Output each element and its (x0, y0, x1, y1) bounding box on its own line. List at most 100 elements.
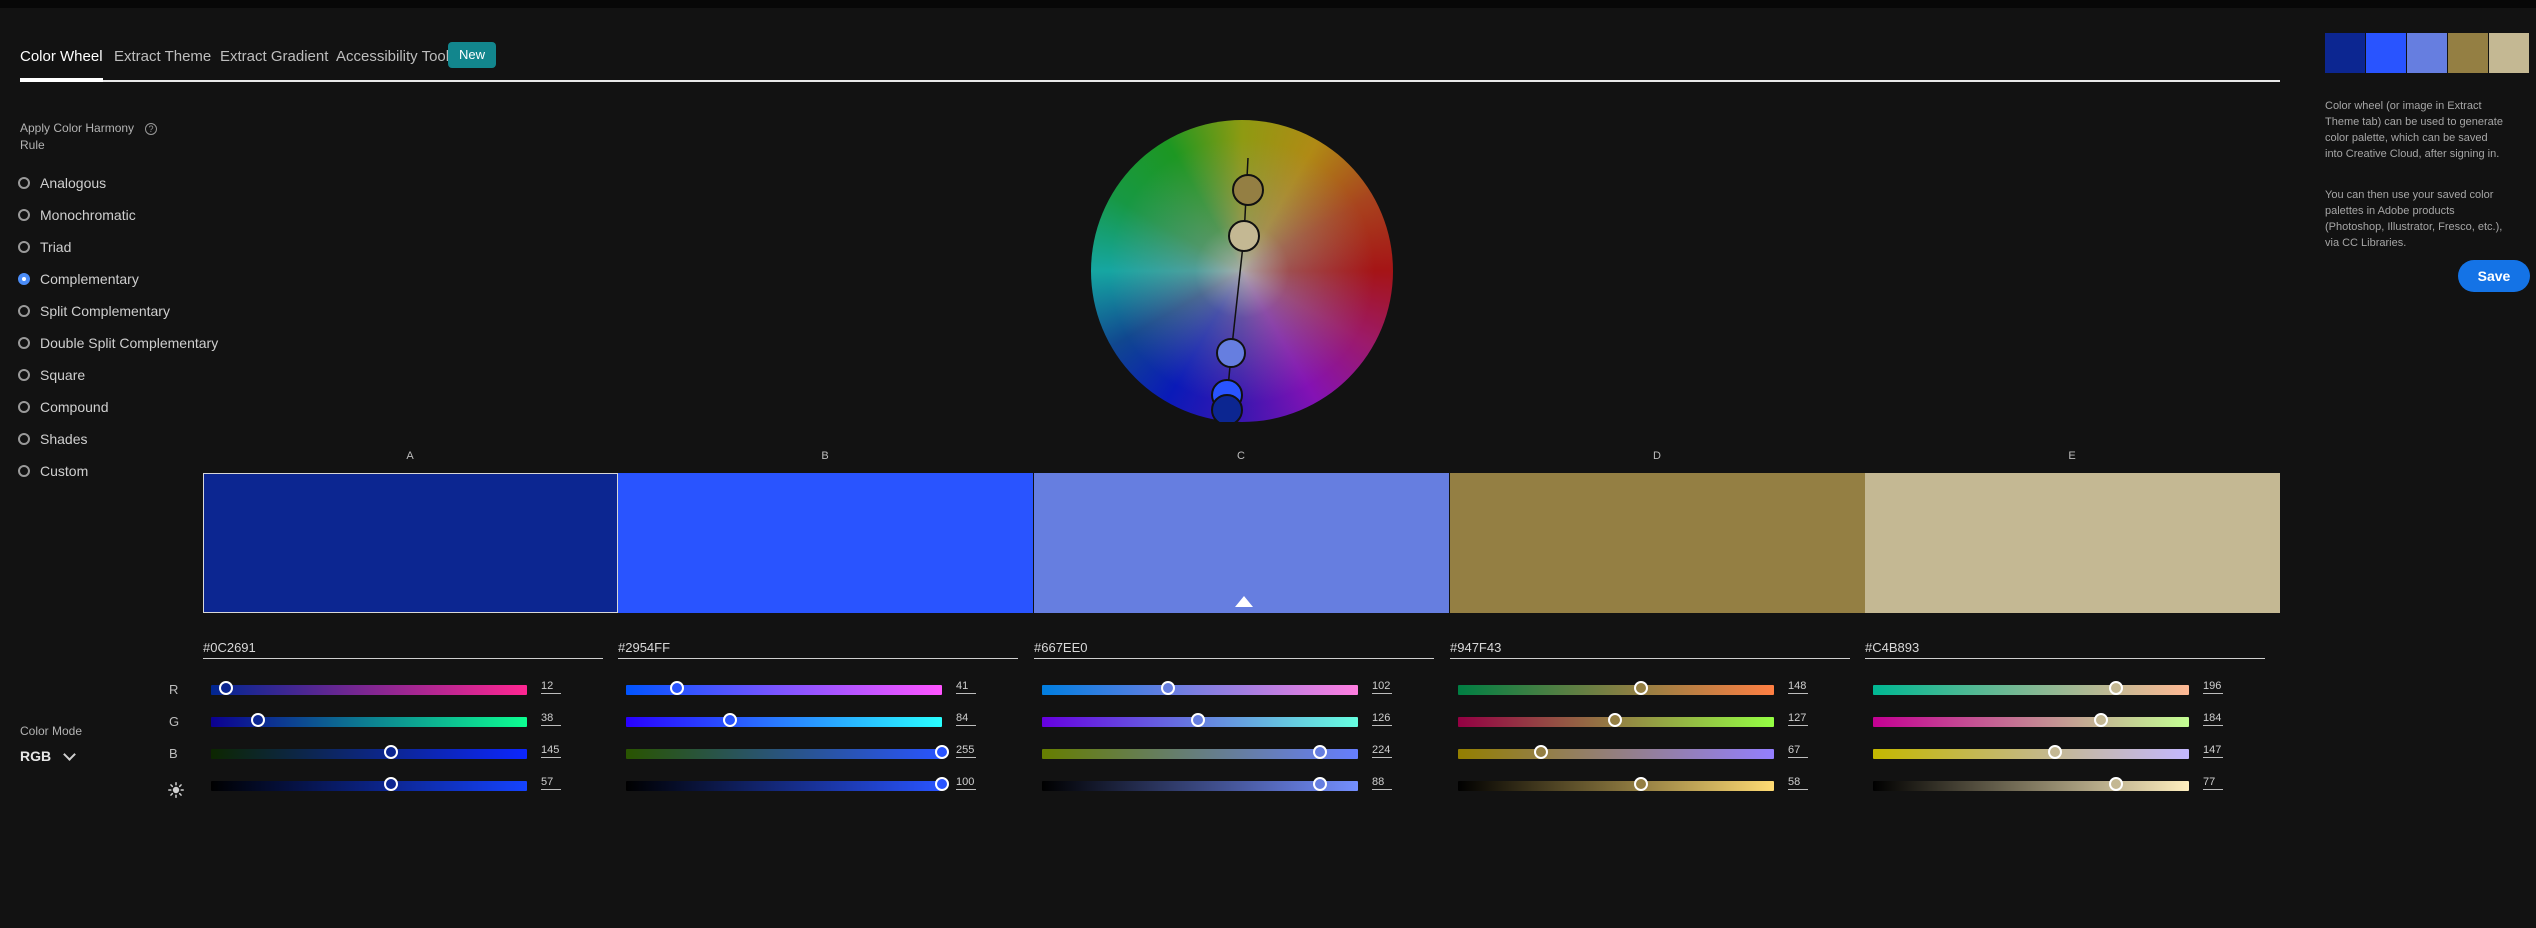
r-slider-e[interactable] (1873, 681, 2189, 695)
slider-thumb[interactable] (1312, 745, 1327, 759)
harmony-option-monochromatic[interactable]: Monochromatic (18, 203, 136, 227)
b-slider-b[interactable] (626, 745, 949, 759)
harmony-option-custom[interactable]: Custom (18, 459, 88, 483)
radio-button[interactable] (18, 465, 30, 477)
radio-button[interactable] (18, 177, 30, 189)
slider-thumb[interactable] (218, 681, 233, 695)
slider-thumb[interactable] (2094, 713, 2109, 727)
b-value-d[interactable]: 67 (1788, 744, 1808, 758)
color-swatch-e[interactable] (1865, 473, 2280, 613)
g-slider-d[interactable] (1458, 713, 1774, 727)
harmony-option-shades[interactable]: Shades (18, 427, 87, 451)
brightness-value-a[interactable]: 57 (541, 776, 561, 790)
brightness-slider-e[interactable] (1873, 777, 2189, 791)
slider-thumb[interactable] (383, 745, 398, 759)
g-value-a[interactable]: 38 (541, 712, 561, 726)
slider-thumb[interactable] (669, 681, 684, 695)
r-slider-c[interactable] (1042, 681, 1358, 695)
color-swatch-c[interactable] (1034, 473, 1449, 613)
radio-button[interactable] (18, 273, 30, 285)
hex-input-a[interactable]: #0C2691 (203, 640, 603, 659)
r-value-b[interactable]: 41 (956, 680, 976, 694)
color-swatch-b[interactable] (618, 473, 1033, 613)
slider-thumb[interactable] (2108, 681, 2123, 695)
tab-extract-theme[interactable]: Extract Theme (114, 48, 211, 65)
brightness-slider-d[interactable] (1458, 777, 1774, 791)
harmony-option-complementary[interactable]: Complementary (18, 267, 139, 291)
brightness-value-c[interactable]: 88 (1372, 776, 1392, 790)
radio-button[interactable] (18, 305, 30, 317)
brightness-value-b[interactable]: 100 (956, 776, 976, 790)
slider-thumb[interactable] (384, 777, 399, 791)
hex-input-b[interactable]: #2954FF (618, 640, 1018, 659)
harmony-option-compound[interactable]: Compound (18, 395, 109, 419)
b-slider-a[interactable] (211, 745, 527, 759)
brightness-slider-a[interactable] (211, 777, 527, 791)
color-mode-dropdown[interactable]: RGB (20, 745, 92, 767)
slider-thumb[interactable] (1608, 713, 1623, 727)
slider-thumb[interactable] (723, 713, 738, 727)
save-button[interactable]: Save (2458, 260, 2530, 292)
g-value-c[interactable]: 126 (1372, 712, 1392, 726)
b-slider-e[interactable] (1873, 745, 2189, 759)
color-wheel[interactable] (1091, 120, 1393, 422)
slider-thumb[interactable] (2109, 777, 2124, 791)
hex-input-e[interactable]: #C4B893 (1865, 640, 2265, 659)
b-slider-d[interactable] (1458, 745, 1774, 759)
harmony-option-triad[interactable]: Triad (18, 235, 71, 259)
b-value-b[interactable]: 255 (956, 744, 976, 758)
harmony-option-double-split-complementary[interactable]: Double Split Complementary (18, 331, 218, 355)
g-slider-c[interactable] (1042, 713, 1358, 727)
radio-button[interactable] (18, 433, 30, 445)
r-slider-d[interactable] (1458, 681, 1774, 695)
b-value-c[interactable]: 224 (1372, 744, 1392, 758)
harmony-option-split-complementary[interactable]: Split Complementary (18, 299, 170, 323)
slider-thumb[interactable] (935, 745, 949, 759)
radio-button[interactable] (18, 209, 30, 221)
color-swatch-d[interactable] (1450, 473, 1865, 613)
tab-extract-gradient[interactable]: Extract Gradient (220, 48, 328, 65)
g-value-e[interactable]: 184 (2203, 712, 2223, 726)
slider-thumb[interactable] (1161, 681, 1176, 695)
r-value-c[interactable]: 102 (1372, 680, 1392, 694)
g-value-b[interactable]: 84 (956, 712, 976, 726)
slider-thumb[interactable] (1191, 713, 1206, 727)
slider-thumb[interactable] (2048, 745, 2063, 759)
harmony-option-label: Complementary (40, 271, 139, 287)
r-value-d[interactable]: 148 (1788, 680, 1808, 694)
color-swatch-a[interactable] (203, 473, 618, 613)
harmony-option-square[interactable]: Square (18, 363, 85, 387)
b-slider-c[interactable] (1042, 745, 1358, 759)
g-slider-a[interactable] (211, 713, 527, 727)
radio-button[interactable] (18, 337, 30, 349)
slider-thumb[interactable] (251, 713, 266, 727)
g-slider-e[interactable] (1873, 713, 2189, 727)
brightness-value-d[interactable]: 58 (1788, 776, 1808, 790)
brightness-slider-b[interactable] (626, 777, 949, 791)
slider-thumb[interactable] (935, 777, 949, 791)
r-value-a[interactable]: 12 (541, 680, 561, 694)
tab-accessibility-tools[interactable]: Accessibility Tools (336, 48, 457, 65)
radio-button[interactable] (18, 241, 30, 253)
brightness-value-e[interactable]: 77 (2203, 776, 2223, 790)
slider-thumb[interactable] (1634, 777, 1649, 791)
b-value-e[interactable]: 147 (2203, 744, 2223, 758)
g-slider-b[interactable] (626, 713, 942, 727)
radio-button[interactable] (18, 369, 30, 381)
slider-thumb[interactable] (1534, 745, 1549, 759)
r-slider-a[interactable] (211, 681, 527, 695)
slider-thumb[interactable] (1634, 681, 1649, 695)
brightness-slider-c[interactable] (1042, 777, 1358, 791)
r-slider-b[interactable] (626, 681, 942, 695)
radio-button[interactable] (18, 401, 30, 413)
slider-thumb[interactable] (1313, 777, 1328, 791)
harmony-option-analogous[interactable]: Analogous (18, 171, 106, 195)
info-icon[interactable]: ? (145, 123, 157, 135)
hex-input-d[interactable]: #947F43 (1450, 640, 1850, 659)
b-value-a[interactable]: 145 (541, 744, 561, 758)
g-value-d[interactable]: 127 (1788, 712, 1808, 726)
tab-color-wheel[interactable]: Color Wheel (20, 48, 103, 82)
hex-input-c[interactable]: #667EE0 (1034, 640, 1434, 659)
r-value-e[interactable]: 196 (2203, 680, 2223, 694)
wheel-handle-e (1228, 220, 1260, 252)
